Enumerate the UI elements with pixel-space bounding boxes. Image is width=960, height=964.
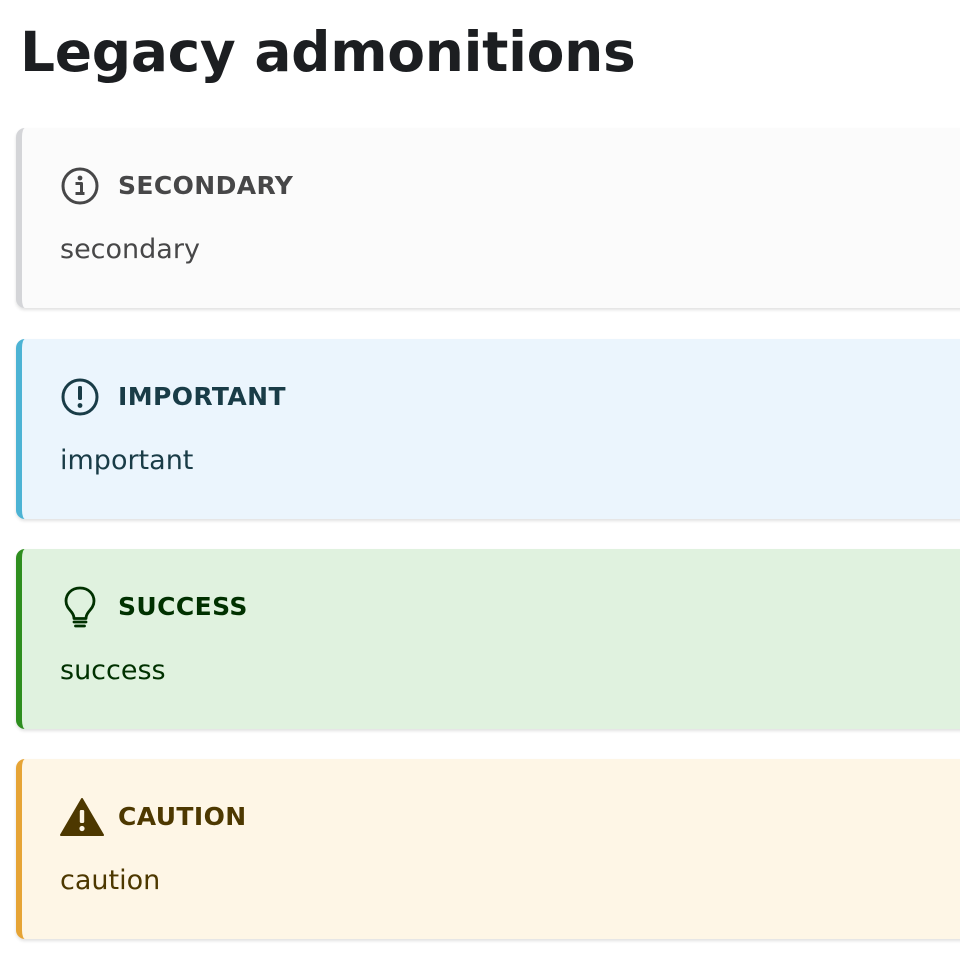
admonition-body: important [60,445,194,476]
admonition-title: SUCCESS [118,592,248,621]
page-title: Legacy admonitions [20,20,636,84]
admonition-title: SECONDARY [118,171,294,200]
admonition-body: secondary [60,234,200,265]
exclamation-icon [60,377,104,417]
admonition-caution: CAUTION caution [16,759,960,939]
lightbulb-icon [60,586,104,628]
admonition-heading: CAUTION [60,797,247,837]
admonition-title: IMPORTANT [118,382,286,411]
warning-icon [60,797,104,837]
admonition-secondary: SECONDARY secondary [16,128,960,308]
admonition-heading: SUCCESS [60,586,248,628]
admonition-title: CAUTION [118,802,247,831]
admonition-heading: SECONDARY [60,166,293,206]
info-icon [60,166,104,206]
admonition-body: success [60,655,166,686]
admonition-success: SUCCESS success [16,549,960,729]
admonition-important: IMPORTANT important [16,339,960,519]
admonition-heading: IMPORTANT [60,377,286,417]
admonition-body: caution [60,865,161,896]
